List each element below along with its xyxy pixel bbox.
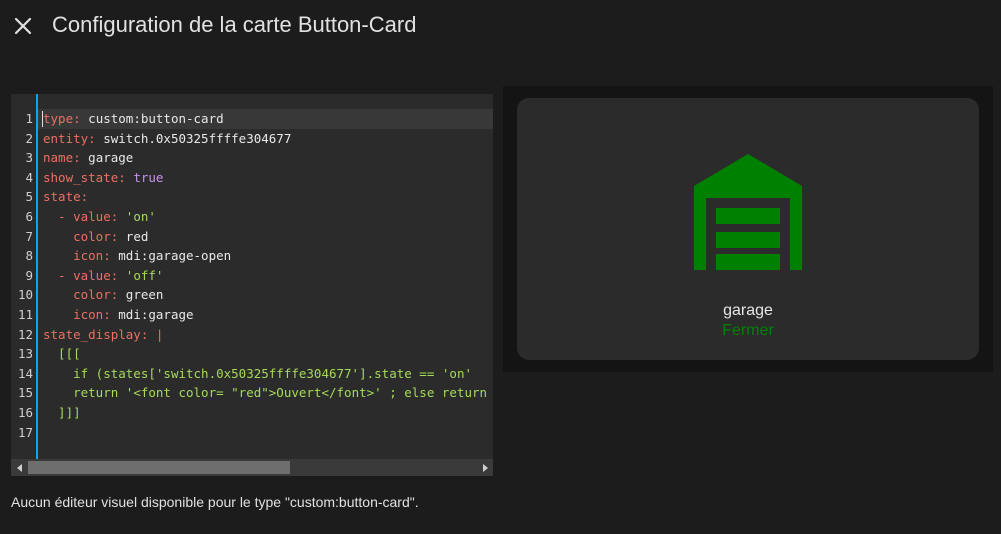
scroll-right-button[interactable] — [476, 459, 493, 476]
close-icon — [14, 17, 32, 35]
line-number-gutter: 1 2 3 4 5 6 7 8 9 10 11 12 13 14 15 16 17 — [11, 94, 36, 459]
card-name: garage — [723, 302, 773, 319]
code-area[interactable]: type: custom:button-card entity: switch.0… — [38, 94, 493, 459]
code-line: entity: switch.0x50325ffffe304677 — [43, 130, 292, 146]
no-visual-editor-note: Aucun éditeur visuel disponible pour le … — [11, 494, 419, 510]
yaml-code-editor[interactable]: 1 2 3 4 5 6 7 8 9 10 11 12 13 14 15 16 17 type: custom:b… — [11, 94, 493, 476]
line-number: 7 — [25, 228, 33, 244]
code-line: ]]] — [43, 405, 81, 420]
code-line: icon: mdi:garage-open — [73, 248, 232, 264]
button-card[interactable]: garage Fermer — [517, 98, 979, 360]
card-preview: garage Fermer — [503, 86, 993, 372]
line-number: 14 — [17, 365, 33, 381]
arrow-right-icon — [482, 463, 488, 472]
line-number: 1 — [25, 111, 33, 126]
line-number: 13 — [17, 346, 33, 362]
line-number: 12 — [17, 326, 33, 342]
code-line: state: — [43, 189, 89, 205]
horizontal-scrollbar[interactable] — [11, 459, 493, 476]
code-line: state_display: | — [43, 326, 164, 342]
code-line: icon: mdi:garage — [73, 307, 194, 322]
line-number: 10 — [17, 287, 33, 303]
line-number: 2 — [25, 130, 33, 146]
dialog-title: Configuration de la carte Button-Card — [52, 12, 417, 37]
code-line: show_state: true — [43, 169, 164, 185]
line-number: 11 — [17, 307, 33, 322]
code-line: - value: 'on' — [43, 209, 156, 224]
line-number: 4 — [25, 169, 33, 185]
code-line: color: green — [73, 287, 164, 303]
dialog-header: Configuration de la carte Button-Card — [0, 0, 1001, 52]
code-line: type: custom:button-card — [43, 111, 224, 126]
line-number: 16 — [17, 405, 33, 420]
line-number: 8 — [25, 248, 33, 264]
line-number: 17 — [17, 424, 33, 440]
garage-icon — [694, 154, 802, 270]
code-line: [[[ — [43, 346, 81, 362]
arrow-left-icon — [16, 463, 22, 472]
code-line: if (states['switch.0x50325ffffe304677'].… — [43, 365, 472, 381]
line-number: 3 — [25, 150, 33, 166]
scroll-left-button[interactable] — [11, 459, 28, 476]
line-number: 15 — [17, 385, 33, 401]
line-number: 9 — [25, 267, 33, 283]
line-number: 5 — [25, 189, 33, 205]
card-state: Fermer — [722, 322, 774, 339]
code-line: return '<font color= "red">Ouvert</font>… — [43, 385, 488, 401]
line-number: 6 — [25, 209, 33, 224]
code-line: name: garage — [43, 150, 134, 166]
code-line: - value: 'off' — [43, 267, 164, 283]
code-line: color: red — [73, 228, 149, 244]
close-button[interactable] — [8, 11, 38, 41]
scrollbar-thumb[interactable] — [28, 461, 290, 474]
